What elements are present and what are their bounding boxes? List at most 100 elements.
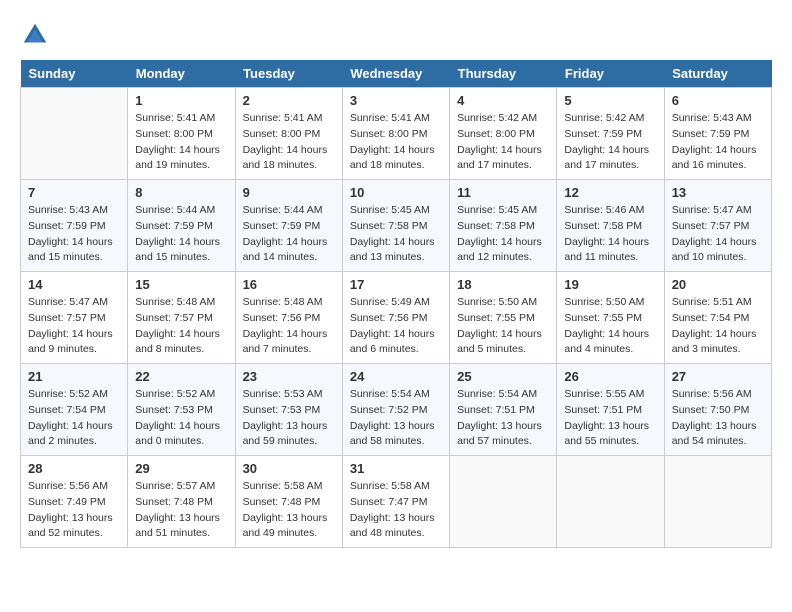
day-number: 3: [350, 93, 442, 108]
day-number: 8: [135, 185, 227, 200]
day-info: Sunrise: 5:45 AM Sunset: 7:58 PM Dayligh…: [457, 203, 549, 266]
day-number: 23: [243, 369, 335, 384]
calendar-cell: 22 Sunrise: 5:52 AM Sunset: 7:53 PM Dayli…: [128, 364, 235, 456]
header-tuesday: Tuesday: [235, 60, 342, 88]
day-info: Sunrise: 5:42 AM Sunset: 8:00 PM Dayligh…: [457, 111, 549, 174]
header-wednesday: Wednesday: [342, 60, 449, 88]
logo-icon: [20, 20, 50, 50]
day-number: 13: [672, 185, 764, 200]
header-thursday: Thursday: [450, 60, 557, 88]
day-info: Sunrise: 5:51 AM Sunset: 7:54 PM Dayligh…: [672, 295, 764, 358]
day-info: Sunrise: 5:44 AM Sunset: 7:59 PM Dayligh…: [243, 203, 335, 266]
day-number: 17: [350, 277, 442, 292]
calendar-cell: 24 Sunrise: 5:54 AM Sunset: 7:52 PM Dayli…: [342, 364, 449, 456]
calendar-cell: 2 Sunrise: 5:41 AM Sunset: 8:00 PM Daylig…: [235, 88, 342, 180]
day-info: Sunrise: 5:47 AM Sunset: 7:57 PM Dayligh…: [28, 295, 120, 358]
header-saturday: Saturday: [664, 60, 771, 88]
calendar-cell: 1 Sunrise: 5:41 AM Sunset: 8:00 PM Daylig…: [128, 88, 235, 180]
day-info: Sunrise: 5:53 AM Sunset: 7:53 PM Dayligh…: [243, 387, 335, 450]
calendar-cell: 30 Sunrise: 5:58 AM Sunset: 7:48 PM Dayli…: [235, 456, 342, 548]
calendar-header-row: SundayMondayTuesdayWednesdayThursdayFrid…: [21, 60, 772, 88]
day-number: 5: [564, 93, 656, 108]
day-number: 2: [243, 93, 335, 108]
calendar-cell: 12 Sunrise: 5:46 AM Sunset: 7:58 PM Dayli…: [557, 180, 664, 272]
day-number: 11: [457, 185, 549, 200]
calendar-cell: [21, 88, 128, 180]
day-number: 16: [243, 277, 335, 292]
calendar-table: SundayMondayTuesdayWednesdayThursdayFrid…: [20, 60, 772, 548]
calendar-week-5: 28 Sunrise: 5:56 AM Sunset: 7:49 PM Dayli…: [21, 456, 772, 548]
day-number: 21: [28, 369, 120, 384]
day-number: 7: [28, 185, 120, 200]
calendar-week-4: 21 Sunrise: 5:52 AM Sunset: 7:54 PM Dayli…: [21, 364, 772, 456]
day-number: 28: [28, 461, 120, 476]
calendar-cell: 27 Sunrise: 5:56 AM Sunset: 7:50 PM Dayli…: [664, 364, 771, 456]
day-number: 19: [564, 277, 656, 292]
calendar-cell: 23 Sunrise: 5:53 AM Sunset: 7:53 PM Dayli…: [235, 364, 342, 456]
calendar-cell: 26Sunrise: 5:55 AM Sunset: 7:51 PM Dayli…: [557, 364, 664, 456]
calendar-cell: 11 Sunrise: 5:45 AM Sunset: 7:58 PM Dayli…: [450, 180, 557, 272]
day-number: 18: [457, 277, 549, 292]
day-info: Sunrise: 5:46 AM Sunset: 7:58 PM Dayligh…: [564, 203, 656, 266]
calendar-cell: 10 Sunrise: 5:45 AM Sunset: 7:58 PM Dayli…: [342, 180, 449, 272]
header-sunday: Sunday: [21, 60, 128, 88]
calendar-cell: [664, 456, 771, 548]
calendar-week-2: 7 Sunrise: 5:43 AM Sunset: 7:59 PM Daylig…: [21, 180, 772, 272]
calendar-cell: 8 Sunrise: 5:44 AM Sunset: 7:59 PM Daylig…: [128, 180, 235, 272]
day-info: Sunrise: 5:41 AM Sunset: 8:00 PM Dayligh…: [243, 111, 335, 174]
page-header: [20, 20, 772, 50]
header-friday: Friday: [557, 60, 664, 88]
calendar-cell: 18 Sunrise: 5:50 AM Sunset: 7:55 PM Dayli…: [450, 272, 557, 364]
calendar-cell: 29Sunrise: 5:57 AM Sunset: 7:48 PM Dayli…: [128, 456, 235, 548]
day-info: Sunrise: 5:48 AM Sunset: 7:57 PM Dayligh…: [135, 295, 227, 358]
day-info: Sunrise: 5:50 AM Sunset: 7:55 PM Dayligh…: [457, 295, 549, 358]
calendar-cell: 7 Sunrise: 5:43 AM Sunset: 7:59 PM Daylig…: [21, 180, 128, 272]
day-number: 6: [672, 93, 764, 108]
day-info: Sunrise: 5:52 AM Sunset: 7:53 PM Dayligh…: [135, 387, 227, 450]
day-info: Sunrise: 5:47 AM Sunset: 7:57 PM Dayligh…: [672, 203, 764, 266]
day-number: 20: [672, 277, 764, 292]
day-info: Sunrise: 5:49 AM Sunset: 7:56 PM Dayligh…: [350, 295, 442, 358]
day-number: 30: [243, 461, 335, 476]
day-number: 25: [457, 369, 549, 384]
day-number: 27: [672, 369, 764, 384]
calendar-week-1: 1 Sunrise: 5:41 AM Sunset: 8:00 PM Daylig…: [21, 88, 772, 180]
day-info: Sunrise: 5:41 AM Sunset: 8:00 PM Dayligh…: [135, 111, 227, 174]
calendar-cell: 21 Sunrise: 5:52 AM Sunset: 7:54 PM Dayli…: [21, 364, 128, 456]
day-info: Sunrise: 5:54 AM Sunset: 7:52 PM Dayligh…: [350, 387, 442, 450]
day-info: Sunrise: 5:41 AM Sunset: 8:00 PM Dayligh…: [350, 111, 442, 174]
day-info: Sunrise: 5:56 AM Sunset: 7:50 PM Dayligh…: [672, 387, 764, 450]
calendar-week-3: 14Sunrise: 5:47 AM Sunset: 7:57 PM Dayli…: [21, 272, 772, 364]
calendar-cell: 19 Sunrise: 5:50 AM Sunset: 7:55 PM Dayli…: [557, 272, 664, 364]
day-number: 15: [135, 277, 227, 292]
day-info: Sunrise: 5:48 AM Sunset: 7:56 PM Dayligh…: [243, 295, 335, 358]
day-info: Sunrise: 5:56 AM Sunset: 7:49 PM Dayligh…: [28, 479, 120, 542]
calendar-cell: 25Sunrise: 5:54 AM Sunset: 7:51 PM Dayli…: [450, 364, 557, 456]
day-info: Sunrise: 5:58 AM Sunset: 7:47 PM Dayligh…: [350, 479, 442, 542]
day-number: 12: [564, 185, 656, 200]
day-number: 1: [135, 93, 227, 108]
calendar-cell: 17 Sunrise: 5:49 AM Sunset: 7:56 PM Dayli…: [342, 272, 449, 364]
day-info: Sunrise: 5:55 AM Sunset: 7:51 PM Dayligh…: [564, 387, 656, 450]
day-number: 24: [350, 369, 442, 384]
day-info: Sunrise: 5:52 AM Sunset: 7:54 PM Dayligh…: [28, 387, 120, 450]
day-number: 29: [135, 461, 227, 476]
calendar-cell: 9 Sunrise: 5:44 AM Sunset: 7:59 PM Daylig…: [235, 180, 342, 272]
day-info: Sunrise: 5:50 AM Sunset: 7:55 PM Dayligh…: [564, 295, 656, 358]
day-number: 10: [350, 185, 442, 200]
calendar-cell: 28 Sunrise: 5:56 AM Sunset: 7:49 PM Dayli…: [21, 456, 128, 548]
day-info: Sunrise: 5:43 AM Sunset: 7:59 PM Dayligh…: [28, 203, 120, 266]
day-info: Sunrise: 5:58 AM Sunset: 7:48 PM Dayligh…: [243, 479, 335, 542]
day-number: 4: [457, 93, 549, 108]
day-info: Sunrise: 5:45 AM Sunset: 7:58 PM Dayligh…: [350, 203, 442, 266]
calendar-cell: 13 Sunrise: 5:47 AM Sunset: 7:57 PM Dayli…: [664, 180, 771, 272]
day-info: Sunrise: 5:44 AM Sunset: 7:59 PM Dayligh…: [135, 203, 227, 266]
calendar-cell: 15 Sunrise: 5:48 AM Sunset: 7:57 PM Dayli…: [128, 272, 235, 364]
calendar-cell: 4 Sunrise: 5:42 AM Sunset: 8:00 PM Daylig…: [450, 88, 557, 180]
day-number: 22: [135, 369, 227, 384]
calendar-cell: 20 Sunrise: 5:51 AM Sunset: 7:54 PM Dayli…: [664, 272, 771, 364]
day-number: 9: [243, 185, 335, 200]
day-info: Sunrise: 5:42 AM Sunset: 7:59 PM Dayligh…: [564, 111, 656, 174]
calendar-cell: 31Sunrise: 5:58 AM Sunset: 7:47 PM Dayli…: [342, 456, 449, 548]
day-info: Sunrise: 5:43 AM Sunset: 7:59 PM Dayligh…: [672, 111, 764, 174]
